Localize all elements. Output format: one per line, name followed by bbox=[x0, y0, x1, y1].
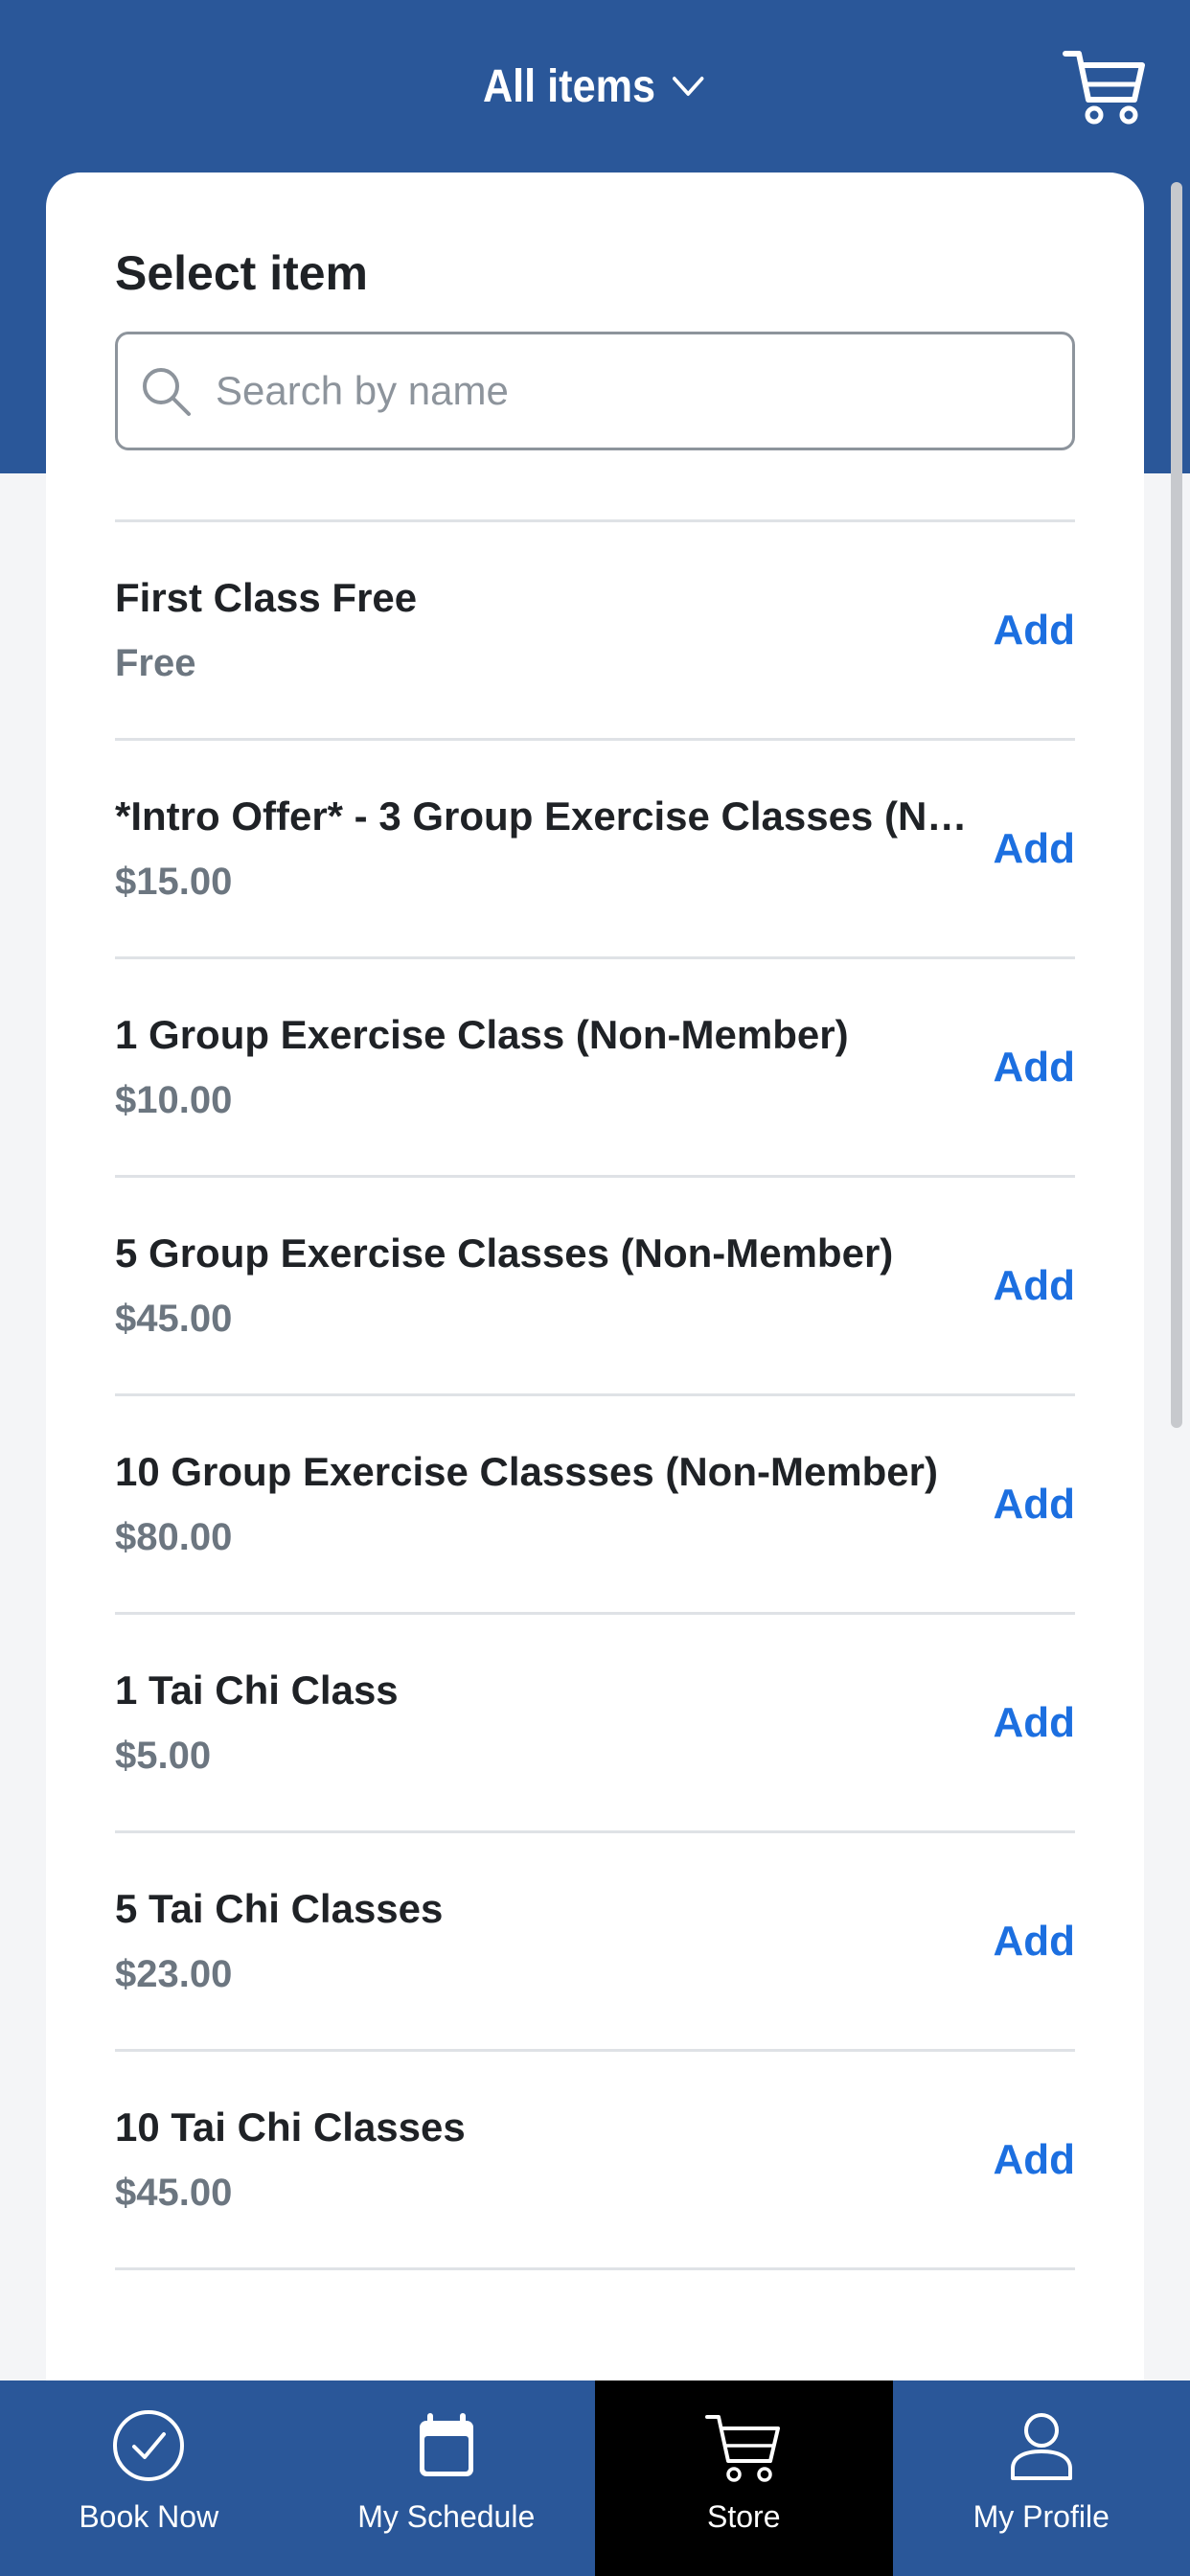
item-info: 5 Tai Chi Classes $23.00 bbox=[115, 1886, 977, 1996]
add-button[interactable]: Add bbox=[993, 607, 1075, 655]
nav-my-profile[interactable]: My Profile bbox=[893, 2380, 1190, 2576]
nav-book-now[interactable]: Book Now bbox=[0, 2380, 298, 2576]
search-input[interactable] bbox=[216, 368, 1059, 414]
calendar-icon bbox=[419, 2413, 473, 2476]
list-item: 10 Group Exercise Classses (Non-Member) … bbox=[115, 1396, 1075, 1615]
item-info: *Intro Offer* - 3 Group Exercise Classes… bbox=[115, 794, 977, 904]
add-button[interactable]: Add bbox=[993, 1481, 1075, 1529]
item-price: $45.00 bbox=[115, 2172, 233, 2214]
item-info: 1 Tai Chi Class $5.00 bbox=[115, 1668, 977, 1778]
item-list: First Class Free Free Add *Intro Offer* … bbox=[115, 519, 1075, 2270]
item-price: $45.00 bbox=[115, 1298, 233, 1340]
select-item-card: Select item First Class Free Free Add *I… bbox=[46, 172, 1144, 2576]
check-circle-icon bbox=[113, 2410, 185, 2481]
header-cart-button[interactable] bbox=[1062, 46, 1148, 126]
item-info: 10 Group Exercise Classses (Non-Member) … bbox=[115, 1449, 977, 1559]
item-info: 10 Tai Chi Classes $45.00 bbox=[115, 2104, 977, 2215]
nav-my-schedule[interactable]: My Schedule bbox=[298, 2380, 596, 2576]
add-button[interactable]: Add bbox=[993, 825, 1075, 873]
list-item: 1 Group Exercise Class (Non-Member) $10.… bbox=[115, 959, 1075, 1178]
list-item: 10 Tai Chi Classes $45.00 Add bbox=[115, 2052, 1075, 2270]
nav-label: My Schedule bbox=[357, 2499, 536, 2534]
list-item: 1 Tai Chi Class $5.00 Add bbox=[115, 1615, 1075, 1833]
add-button[interactable]: Add bbox=[993, 1699, 1075, 1747]
item-price: Free bbox=[115, 642, 196, 684]
item-info: First Class Free Free bbox=[115, 575, 977, 685]
item-price: $80.00 bbox=[115, 1516, 233, 1558]
item-info: 5 Group Exercise Classes (Non-Member) $4… bbox=[115, 1230, 977, 1341]
item-name: 5 Group Exercise Classes (Non-Member) bbox=[115, 1230, 894, 1276]
item-price: $5.00 bbox=[115, 1735, 212, 1777]
search-field[interactable] bbox=[115, 332, 1075, 450]
item-price: $15.00 bbox=[115, 861, 233, 903]
add-button[interactable]: Add bbox=[993, 1262, 1075, 1310]
cart-icon bbox=[1063, 51, 1145, 125]
item-price: $23.00 bbox=[115, 1953, 233, 1995]
cart-icon bbox=[705, 2415, 781, 2482]
item-name: 1 Tai Chi Class bbox=[115, 1668, 399, 1713]
nav-label: Book Now bbox=[79, 2499, 219, 2534]
nav-label: Store bbox=[707, 2499, 781, 2534]
category-dropdown[interactable]: All items bbox=[59, 0, 1131, 172]
nav-store[interactable]: Store bbox=[595, 2380, 893, 2576]
list-item: 5 Tai Chi Classes $23.00 Add bbox=[115, 1833, 1075, 2052]
item-name: 10 Tai Chi Classes bbox=[115, 2104, 466, 2150]
item-name: 10 Group Exercise Classses (Non-Member) bbox=[115, 1449, 938, 1494]
list-item: 5 Group Exercise Classes (Non-Member) $4… bbox=[115, 1178, 1075, 1396]
search-icon bbox=[143, 368, 191, 416]
nav-label: My Profile bbox=[973, 2499, 1110, 2534]
item-name: *Intro Offer* - 3 Group Exercise Classes… bbox=[115, 794, 977, 839]
add-button[interactable]: Add bbox=[993, 1044, 1075, 1092]
item-price: $10.00 bbox=[115, 1079, 233, 1121]
list-item: *Intro Offer* - 3 Group Exercise Classes… bbox=[115, 741, 1075, 959]
category-dropdown-label: All items bbox=[482, 60, 656, 112]
bottom-nav: Book Now My Schedule Store My Profile bbox=[0, 2380, 1190, 2576]
item-name: 1 Group Exercise Class (Non-Member) bbox=[115, 1012, 849, 1057]
chevron-down-icon bbox=[673, 77, 704, 96]
list-item: First Class Free Free Add bbox=[115, 522, 1075, 741]
item-name: 5 Tai Chi Classes bbox=[115, 1886, 444, 1931]
scrollbar[interactable] bbox=[1171, 182, 1182, 1428]
item-name: First Class Free bbox=[115, 575, 418, 620]
item-info: 1 Group Exercise Class (Non-Member) $10.… bbox=[115, 1012, 977, 1122]
add-button[interactable]: Add bbox=[993, 2136, 1075, 2184]
user-icon bbox=[1010, 2413, 1072, 2480]
card-title: Select item bbox=[115, 246, 369, 300]
add-button[interactable]: Add bbox=[993, 1918, 1075, 1966]
